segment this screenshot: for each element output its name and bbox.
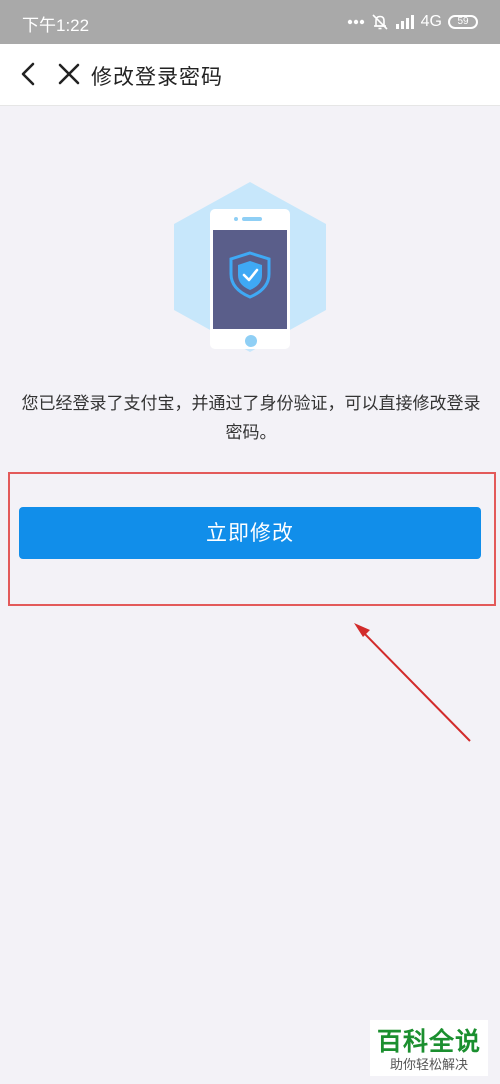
close-icon[interactable] xyxy=(54,59,84,89)
watermark-title: 百科全说 xyxy=(376,1027,481,1056)
change-now-button[interactable]: 立即修改 xyxy=(19,507,481,559)
alarm-off-icon xyxy=(371,13,389,31)
page-title: 修改登录密码 xyxy=(91,65,223,89)
battery-icon: 59 xyxy=(448,15,478,29)
phone-shield-icon xyxy=(170,180,330,354)
network-type: 4G xyxy=(420,13,442,30)
more-dots-icon xyxy=(347,19,365,25)
status-icons: 4G 59 xyxy=(347,10,478,34)
navigation-bar: 修改登录密码 xyxy=(0,44,500,106)
description-text: 您已经登录了支付宝，并通过了身份验证，可以直接修改登录密码。 xyxy=(21,394,481,443)
battery-level: 59 xyxy=(457,16,469,27)
back-arrow-icon[interactable] xyxy=(14,59,44,89)
watermark-subtitle: 助你轻松解决 xyxy=(389,1058,468,1073)
status-time: 下午1:22 xyxy=(22,16,90,35)
annotation-arrow-icon xyxy=(345,615,480,750)
watermark-logo: 百科全说 助你轻松解决 xyxy=(370,1020,488,1076)
signal-icon xyxy=(395,14,415,30)
status-bar: 下午1:22 4G 59 xyxy=(0,0,500,44)
